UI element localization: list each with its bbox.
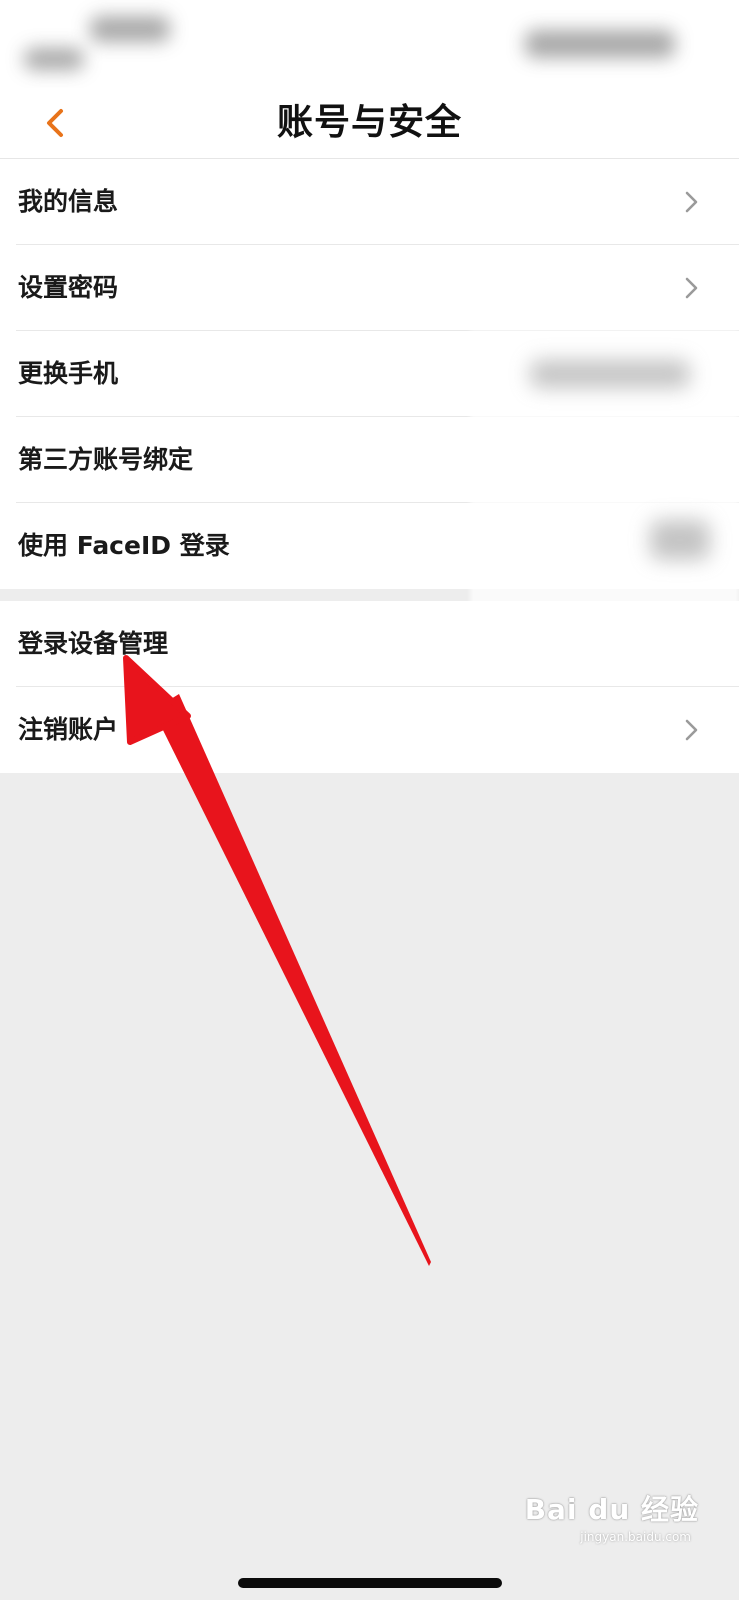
menu-item-close-account[interactable]: 注销账户 [0, 687, 739, 773]
watermark-url: jingyan.baidu.com [580, 1530, 691, 1544]
blurred-phone-value [530, 360, 690, 388]
status-indicators-blurred [525, 30, 675, 58]
menu-item-label: 第三方账号绑定 [18, 445, 194, 474]
menu-item-my-info[interactable]: 我的信息 [0, 159, 739, 245]
status-carrier-blurred [24, 48, 84, 70]
menu-item-label: 注销账户 [18, 715, 119, 744]
nav-bar: 账号与安全 [0, 88, 739, 159]
screen: 账号与安全 我的信息 设置密码 更换手机 第三方账号绑定 使用 FaceID 登… [0, 0, 739, 1600]
chevron-right-icon [685, 277, 698, 299]
page-title: 账号与安全 [276, 102, 462, 143]
blurred-faceid-toggle [650, 520, 710, 560]
menu-item-set-password[interactable]: 设置密码 [0, 245, 739, 331]
menu-item-label: 更换手机 [18, 359, 119, 388]
watermark-logo: Bai du 经验 [524, 1493, 699, 1526]
chevron-right-icon [685, 719, 698, 741]
menu-item-label: 设置密码 [18, 273, 119, 302]
arrow-shaft [153, 694, 431, 1266]
menu-item-label: 使用 FaceID 登录 [18, 531, 230, 560]
chevron-right-icon [685, 191, 698, 213]
home-indicator[interactable] [238, 1578, 502, 1588]
menu-item-label: 登录设备管理 [18, 629, 169, 658]
menu-item-label: 我的信息 [18, 187, 119, 216]
status-bar [0, 0, 739, 88]
status-time-blurred [90, 16, 170, 42]
